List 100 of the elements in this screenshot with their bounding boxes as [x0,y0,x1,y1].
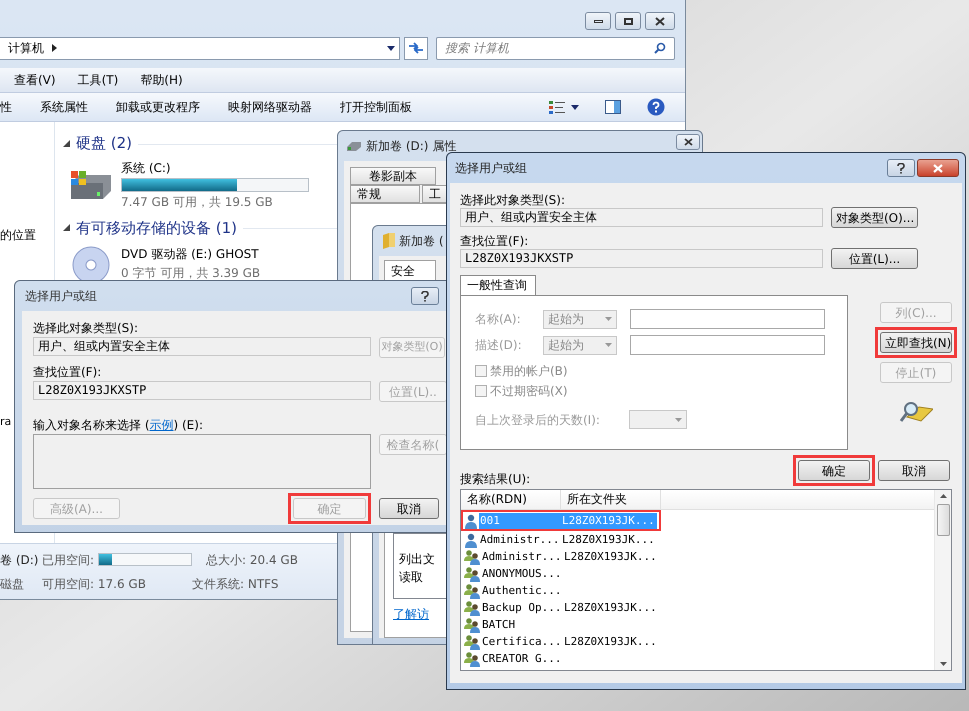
field-label: 查找位置(F): [460,233,530,248]
file-system-text: 文件系统: NTFS [192,576,280,592]
preview-pane-icon[interactable] [605,100,621,114]
result-row[interactable]: ANONYMOUS... [463,565,659,582]
field-label: 选择此对象类型(S): [460,192,566,207]
user-icon [463,512,479,528]
checkbox-label: 不过期密码(X) [490,383,568,400]
nav-item[interactable]: ra [0,414,12,430]
question-icon [897,162,905,174]
help-button[interactable] [887,159,915,177]
result-row[interactable]: Administr... L28Z0X193JK... [463,531,659,548]
name-input[interactable] [630,309,825,329]
text-field[interactable]: 用户、组或内置安全主体 [33,337,371,356]
collapse-triangle-icon[interactable] [63,140,70,147]
table-cell: 001 [479,512,559,528]
text-field[interactable]: 用户、组或内置安全主体 [460,208,823,227]
dropdown-icon[interactable] [571,104,579,110]
users-icon [463,634,481,650]
help-button[interactable] [411,287,439,305]
column-header[interactable]: 所在文件夹 [561,490,661,509]
cancel-button[interactable]: 取消 [379,498,439,519]
side-button[interactable]: 立即查找(N) [880,332,952,353]
drive-name[interactable]: DVD 驱动器 (E:) GHOST [121,244,260,262]
ok-button[interactable]: 确定 [798,460,870,481]
text-field[interactable]: L28Z0X193JKXSTP [460,249,823,268]
group-header[interactable]: 硬盘 (2) [76,132,132,154]
menu-item[interactable]: 帮助(H) [140,71,183,89]
users-icon [463,600,481,616]
user-icon [463,532,479,548]
tab[interactable]: 常规 [350,185,420,203]
checkbox[interactable] [475,385,487,397]
names-input[interactable] [33,434,371,489]
text-field[interactable]: L28Z0X193JKXSTP [33,381,371,400]
collapse-triangle-icon[interactable] [63,224,70,232]
menu-item[interactable]: 工具(T) [78,71,118,89]
tab[interactable]: 卷影副本 [350,167,436,185]
table-cell: Administr... [481,548,561,564]
dropdown-icon [605,317,612,321]
result-row[interactable]: CREATOR G... [463,650,659,667]
table-cell: Certifica... [481,634,561,650]
table-cell: Authentic... [481,582,561,598]
toolbar-item[interactable]: 卸载或更改程序 [116,98,200,116]
table-cell: ANONYMOUS... [481,566,561,582]
cancel-button[interactable]: 取消 [878,460,950,481]
close-button[interactable] [917,159,959,177]
drive-icon [346,140,362,152]
table-cell-text: L28Z0X193JK... [563,634,658,650]
checkbox[interactable] [475,365,487,377]
view-options-icon[interactable] [549,100,565,114]
help-icon[interactable] [647,98,665,116]
description-input[interactable] [630,335,825,355]
scrollbar[interactable] [934,490,951,670]
result-row[interactable]: Administr... L28Z0X193JK... [463,548,659,565]
tab[interactable]: 安全 [384,260,436,282]
table-cell: CREATOR G... [481,650,561,666]
examples-link[interactable]: 示例 [150,418,174,432]
drive-type-text: 磁盘 [0,576,25,592]
toolbar-item[interactable]: 打开控制面板 [340,98,412,116]
close-button[interactable] [645,12,675,30]
toolbar-item[interactable]: 系统属性 [40,98,88,116]
field-label: 自上次登录后的天数(I): [475,412,601,428]
result-row[interactable]: Certifica... L28Z0X193JK... [463,633,659,650]
refresh-icon [408,42,424,54]
scroll-up-icon[interactable] [940,494,946,498]
result-row[interactable]: BATCH [463,616,659,633]
object-types-button[interactable]: 对象类型(O)... [831,207,918,228]
breadcrumb-item[interactable]: 计算机 [8,39,44,57]
locations-button[interactable]: 位置(L)... [831,248,918,269]
chevron-icon [52,44,57,52]
free-space-text: 可用空间: 17.6 GB [42,576,147,592]
search-field[interactable]: 搜索 计算机 [436,36,675,60]
dropdown-icon[interactable] [387,46,395,50]
search-directory-icon [899,399,933,425]
minimize-button[interactable] [585,12,611,30]
search-icon [654,42,666,54]
result-row[interactable]: Backup Op... L28Z0X193JK... [463,599,659,616]
group-header[interactable]: 有可移动存储的设备 (1) [76,216,238,239]
users-icon [463,566,481,582]
menu-item[interactable]: 查看(V) [14,71,56,89]
question-icon [421,290,429,302]
scroll-down-icon[interactable] [940,662,946,666]
users-icon [463,582,481,598]
column-header[interactable]: 名称(RDN) [461,490,561,509]
tab[interactable]: 一般性查询 [460,275,536,295]
maximize-button[interactable] [615,12,641,30]
close-icon [933,164,943,172]
toolbar-item[interactable]: 性 [0,98,12,116]
checkbox-label: 禁用的帐户(B) [490,363,568,380]
address-bar[interactable]: 计算机 [0,36,400,60]
result-row[interactable]: Authentic... [463,582,659,599]
table-cell-text: L28Z0X193JK... [561,532,656,548]
refresh-button[interactable] [404,36,428,60]
window-title: 新加卷 (D:) 属性 [366,138,456,155]
close-button[interactable] [676,134,700,150]
toolbar-item[interactable]: 映射网络驱动器 [228,98,312,116]
field-label: 查找位置(F): [33,364,102,381]
folder-icon [383,233,395,249]
drive-name[interactable]: 系统 (C:) [121,158,309,176]
nav-item[interactable]: 的位置 [0,226,54,244]
scroll-thumb[interactable] [936,504,950,536]
